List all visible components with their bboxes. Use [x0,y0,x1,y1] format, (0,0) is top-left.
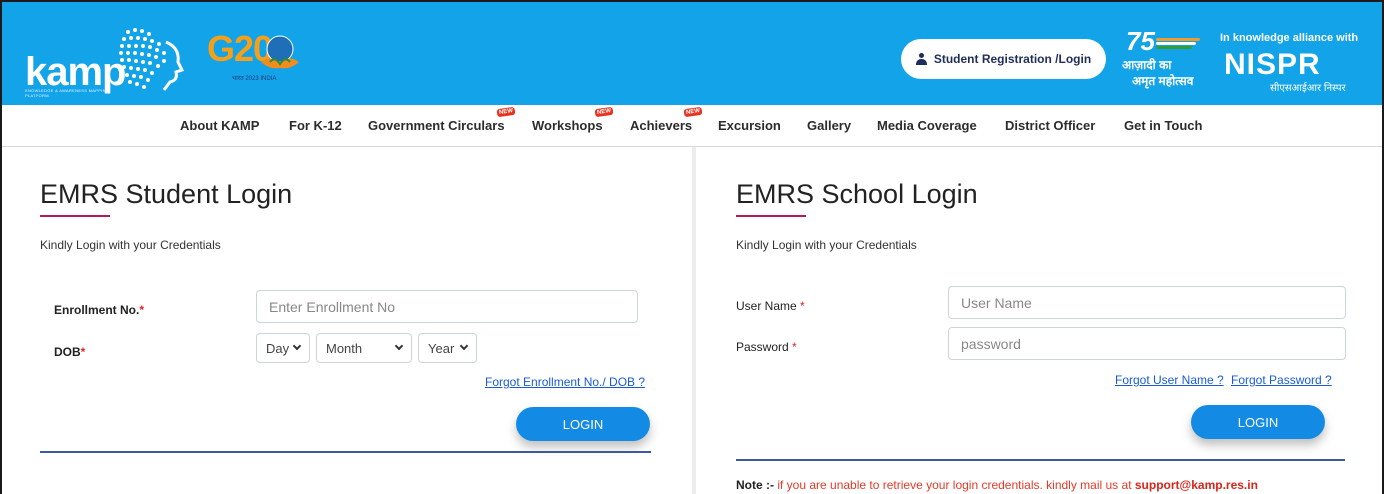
nav-item-get-in-touch[interactable]: Get in Touch [1124,118,1202,133]
student-login-button[interactable]: LOGIN [516,407,650,441]
nav-item-label: Excursion [718,118,781,133]
nispr-logo: NISPR [1224,48,1321,81]
password-placeholder: password [961,335,1021,352]
enrollment-placeholder: Enter Enrollment No [269,298,396,315]
student-login-panel: EMRS Student Login Kindly Login with you… [2,147,692,494]
section-separator [736,459,1345,461]
dob-day-select[interactable]: Day [256,333,310,363]
dob-month-select[interactable]: Month [316,333,412,363]
nispr-hindi-subtitle: सीएसआईआर निस्पर [1270,83,1346,94]
azadi-ka-amrit-mahotsav-logo: 75 आज़ादी का अमृत महोत्सव [1120,26,1210,96]
nav-item-workshops[interactable]: Workshops NEW [532,106,614,133]
enrollment-label-text: Enrollment No. [54,303,140,317]
title-underline [40,215,110,217]
student-registration-login-button[interactable]: Student Registration /Login [901,39,1106,79]
nav-item-label: About KAMP [180,118,260,133]
nav-item-label: Achievers [630,118,693,133]
section-separator [40,451,651,453]
required-asterisk: * [796,299,805,313]
note-label: Note :- [736,478,774,492]
chevron-down-icon [459,341,469,351]
dob-month-value: Month [326,340,363,356]
nav-item-achievers[interactable]: Achievers NEW [630,106,703,133]
school-login-title: EMRS School Login [736,179,978,209]
note-text: Note :- if you are unable to retrieve yo… [736,478,1258,492]
g20-logo: G20 भारत 2023 INDIA [207,26,317,82]
support-email-link[interactable]: support@kamp.res.in [1135,478,1258,492]
nav-item-government-circulars[interactable]: Government Circulars NEW [368,106,516,133]
student-login-subtitle: Kindly Login with your Credentials [40,238,221,252]
username-input[interactable]: User Name [948,286,1346,319]
new-badge: NEW [496,106,516,118]
school-login-panel: EMRS School Login Kindly Login with your… [696,147,1382,494]
chevron-down-icon [394,341,404,351]
site-header: kamp KNOWLEDGE & AWARENESS MAPPING PLATF… [2,2,1382,105]
nav-item-media-coverage[interactable]: Media Coverage [877,118,977,133]
azadi-line2: अमृत महोत्सव [1132,74,1194,88]
required-asterisk: * [80,345,86,359]
password-label-text: Password [736,340,789,354]
lotus-globe-icon [261,35,299,69]
dob-label-text: DOB [54,345,81,359]
g20-logo-sub: भारत 2023 INDIA [232,76,277,82]
required-asterisk: * [139,303,145,317]
student-login-title: EMRS Student Login [40,179,293,209]
new-badge: NEW [594,106,614,118]
username-label-text: User Name [736,299,797,313]
nav-item-for-k12[interactable]: For K-12 [289,118,342,133]
nav-item-label: Government Circulars [368,118,505,133]
dob-year-value: Year [428,340,455,356]
username-label: User Name * [736,299,805,313]
dob-day-value: Day [266,340,290,356]
nav-item-gallery[interactable]: Gallery [807,118,851,133]
dob-year-select[interactable]: Year [418,333,477,363]
school-login-button[interactable]: LOGIN [1191,405,1325,439]
username-placeholder: User Name [961,294,1032,311]
forgot-enrollment-dob-link[interactable]: Forgot Enrollment No./ DOB ? [485,375,645,389]
required-asterisk: * [788,340,797,354]
nav-item-label: Workshops [532,118,603,133]
nav-item-about-kamp[interactable]: About KAMP [180,118,259,133]
enrollment-label: Enrollment No.* [54,303,144,317]
nav-item-district-officer[interactable]: District Officer [1005,118,1095,133]
azadi-line1: आज़ादी का [1122,58,1172,72]
page-frame: kamp KNOWLEDGE & AWARENESS MAPPING PLATF… [0,0,1384,494]
nav-item-excursion[interactable]: Excursion [718,118,781,133]
nav-item-label: Media Coverage [877,118,977,133]
nav-item-label: For K-12 [289,118,342,133]
user-icon [915,53,927,65]
new-badge: NEW [683,106,703,118]
main-nav: About KAMP For K-12 Government Circulars… [2,105,1382,147]
forgot-password-link[interactable]: Forgot Password ? [1231,373,1332,387]
flag-stripes-icon [1156,38,1204,49]
password-label: Password * [736,340,797,354]
school-login-subtitle: Kindly Login with your Credentials [736,238,917,252]
kamp-logo-subtitle: KNOWLEDGE & AWARENESS MAPPING PLATFORM [25,88,110,98]
student-registration-login-label: Student Registration /Login [933,52,1092,66]
chevron-down-icon [292,341,302,351]
azadi-75-mark: 75 [1126,26,1155,56]
nav-item-label: Get in Touch [1124,118,1203,133]
title-underline [736,215,806,217]
note-message: if you are unable to retrieve your login… [777,478,1132,492]
enrollment-input[interactable]: Enter Enrollment No [256,290,638,323]
nav-item-label: District Officer [1005,118,1096,133]
nav-item-label: Gallery [807,118,852,133]
dob-label: DOB* [54,345,85,359]
kamp-logo[interactable]: kamp KNOWLEDGE & AWARENESS MAPPING PLATF… [18,20,188,100]
alliance-heading: In knowledge alliance with [1220,32,1359,44]
forgot-username-link[interactable]: Forgot User Name ? [1115,373,1224,387]
password-input[interactable]: password [948,327,1346,360]
